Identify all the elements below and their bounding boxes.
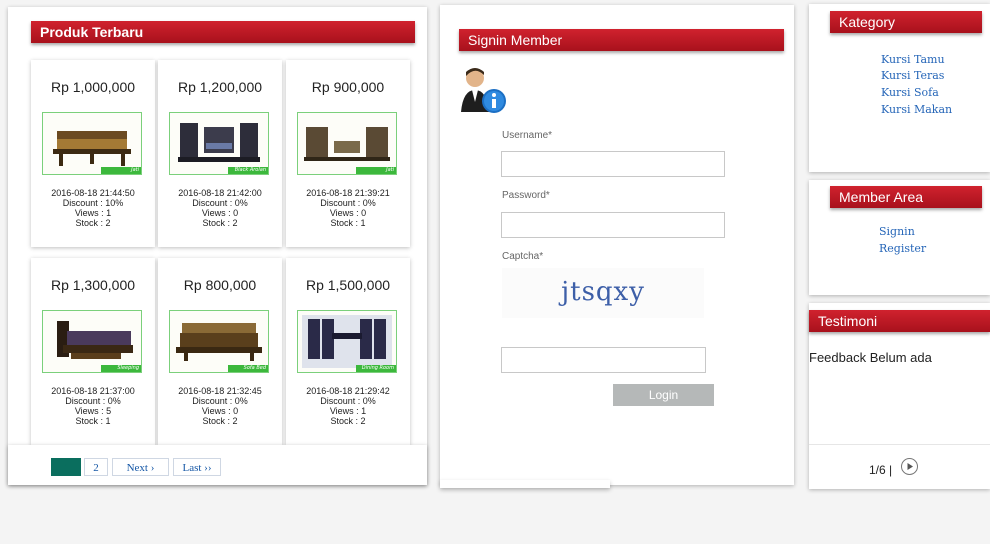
user-info-icon (459, 66, 507, 116)
product-card[interactable]: Rp 1,500,000 Dining Room 3S 2016-08-18 2… (286, 258, 410, 445)
product-card[interactable]: Rp 900,000 Jati 2016-08-18 21:39:21 Disc… (286, 60, 410, 247)
product-date: 2016-08-18 21:44:50 (51, 188, 135, 198)
product-date: 2016-08-18 21:42:00 (178, 188, 262, 198)
pagination-last[interactable]: Last ›› (173, 458, 221, 476)
product-meta: 2016-08-18 21:44:50 Discount : 10% Views… (31, 188, 155, 228)
product-image-tag: Sleeping Bench 3S (101, 365, 141, 372)
product-discount: Discount : 0% (320, 198, 376, 208)
kategory-link-kursi-makan[interactable]: Kursi Makan (881, 102, 952, 118)
pagination-page-2[interactable]: 2 (84, 458, 108, 476)
member-register-link[interactable]: Register (879, 241, 926, 257)
product-meta: 2016-08-18 21:32:45 Discount : 0% Views … (158, 386, 282, 426)
product-views: Views : 1 (74, 208, 112, 218)
password-label: Password* (502, 190, 550, 201)
product-meta: 2016-08-18 21:39:21 Discount : 0% Views … (286, 188, 410, 228)
product-card[interactable]: Rp 800,000 Sofa Bed 2016-08-18 21:32:45 … (158, 258, 282, 445)
product-meta: 2016-08-18 21:37:00 Discount : 0% Views … (31, 386, 155, 426)
play-icon[interactable] (901, 458, 918, 475)
product-meta: 2016-08-18 21:42:00 Discount : 0% Views … (158, 188, 282, 228)
pagination-bar: 1 2 Next › Last ›› (8, 445, 427, 485)
product-date: 2016-08-18 21:29:42 (306, 386, 390, 396)
username-label: Username* (502, 130, 553, 141)
product-stock: Stock : 1 (75, 416, 111, 426)
product-image[interactable]: Sofa Bed (169, 310, 269, 373)
captcha-input[interactable] (501, 347, 706, 373)
product-views: Views : 5 (74, 406, 112, 416)
product-image[interactable]: Dining Room 3S (297, 310, 397, 373)
product-date: 2016-08-18 21:39:21 (306, 188, 390, 198)
product-card[interactable]: Rp 1,200,000 Black Arolan 2016-08-18 21:… (158, 60, 282, 247)
product-stock: Stock : 2 (75, 218, 111, 228)
product-stock: Stock : 2 (202, 416, 238, 426)
product-stock: Stock : 1 (330, 218, 366, 228)
product-image[interactable]: Sleeping Bench 3S (42, 310, 142, 373)
product-stock: Stock : 2 (330, 416, 366, 426)
product-price: Rp 800,000 (183, 277, 257, 293)
kategory-link-kursi-teras[interactable]: Kursi Teras (881, 68, 944, 84)
product-card[interactable]: Rp 1,300,000 Sleeping Bench 3S 2016-08-1… (31, 258, 155, 445)
product-views: Views : 0 (329, 208, 367, 218)
product-image[interactable]: Jati (297, 112, 397, 175)
product-card[interactable]: Rp 1,000,000 Jati 2016-08-18 21:44:50 Di… (31, 60, 155, 247)
kategory-title: Kategory (830, 11, 982, 33)
member-area-title: Member Area (830, 186, 982, 208)
username-input[interactable] (501, 151, 725, 177)
product-discount: Discount : 0% (192, 396, 248, 406)
product-views: Views : 0 (201, 406, 239, 416)
captcha-label: Captcha* (502, 251, 544, 262)
product-image[interactable]: Jati (42, 112, 142, 175)
product-date: 2016-08-18 21:37:00 (51, 386, 135, 396)
products-section-title: Produk Terbaru (31, 21, 415, 43)
product-price: Rp 1,200,000 (177, 79, 263, 95)
product-image-tag: Jati (101, 167, 141, 174)
login-button[interactable]: Login (613, 384, 714, 406)
product-price: Rp 1,500,000 (305, 277, 391, 293)
password-input[interactable] (501, 212, 725, 238)
kategory-link-kursi-sofa[interactable]: Kursi Sofa (881, 85, 939, 101)
pagination-current-page[interactable]: 1 (51, 458, 81, 476)
product-discount: Discount : 10% (62, 198, 124, 208)
product-image[interactable]: Black Arolan (169, 112, 269, 175)
signin-title: Signin Member (459, 29, 784, 51)
product-discount: Discount : 0% (192, 198, 248, 208)
product-price: Rp 1,300,000 (50, 277, 136, 293)
product-image-tag: Sofa Bed (228, 365, 268, 372)
product-views: Views : 0 (201, 208, 239, 218)
product-image-tag: Jati (356, 167, 396, 174)
product-price: Rp 1,000,000 (50, 79, 136, 95)
pagination-next[interactable]: Next › (112, 458, 169, 476)
member-signin-link[interactable]: Signin (879, 224, 915, 240)
product-image-tag: Dining Room 3S (356, 365, 396, 372)
signin-panel-footer (440, 480, 610, 488)
product-discount: Discount : 0% (320, 396, 376, 406)
testimoni-title: Testimoni (809, 310, 990, 332)
captcha-image: jtsqxy (502, 268, 704, 318)
product-image-tag: Black Arolan (228, 167, 268, 174)
product-stock: Stock : 2 (202, 218, 238, 228)
product-meta: 2016-08-18 21:29:42 Discount : 0% Views … (286, 386, 410, 426)
product-discount: Discount : 0% (65, 396, 121, 406)
product-views: Views : 1 (329, 406, 367, 416)
testimoni-text: Feedback Belum ada (809, 350, 932, 365)
testimoni-page-indicator: 1/6 | (869, 463, 893, 477)
divider (809, 444, 990, 445)
product-price: Rp 900,000 (311, 79, 385, 95)
product-date: 2016-08-18 21:32:45 (178, 386, 262, 396)
kategory-link-kursi-tamu[interactable]: Kursi Tamu (881, 52, 945, 68)
